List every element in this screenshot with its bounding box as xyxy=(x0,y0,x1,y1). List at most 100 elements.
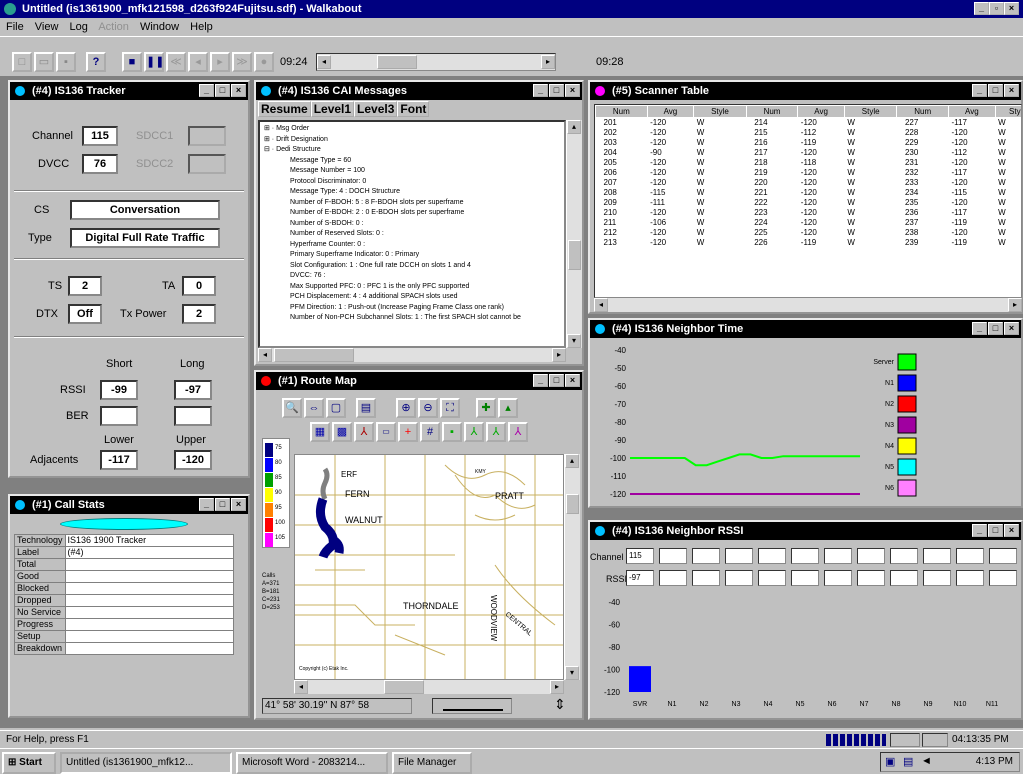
map-horizontal-scrollbar[interactable]: ◂ ▸ xyxy=(294,680,564,694)
start-button[interactable]: ⊞ Start xyxy=(2,752,56,774)
cai-message-line[interactable]: ⊟ · Dedi Structure xyxy=(264,145,560,156)
close-icon[interactable]: × xyxy=(1004,2,1019,15)
scanner-column-header[interactable]: Num xyxy=(896,105,950,118)
save-icon[interactable]: ▪ xyxy=(56,52,76,72)
font-button[interactable]: Font xyxy=(397,101,430,117)
zoom-extent-icon[interactable]: ⛶ xyxy=(440,398,460,418)
minimize-icon[interactable]: _ xyxy=(972,84,987,97)
close-icon[interactable]: × xyxy=(231,498,246,511)
layer-tool-icon[interactable]: ▤ xyxy=(356,398,376,418)
record-icon[interactable]: ● xyxy=(254,52,274,72)
zoom-in-icon[interactable]: ⊕ xyxy=(396,398,416,418)
scroll-left-arrow[interactable]: ◂ xyxy=(594,298,608,312)
scanner-grid[interactable]: Num Avg Style Num Avg Style Num Avg Sty 201 -120 W 2… xyxy=(594,104,1022,298)
map-vector3-icon[interactable]: ⅄ xyxy=(508,422,528,442)
map-vector2-icon[interactable]: ⅄ xyxy=(486,422,506,442)
cai-message-line[interactable]: Number of Non-PCH Subchannel Slots: 1 : … xyxy=(264,313,560,324)
map-layer2-icon[interactable]: ▩ xyxy=(332,422,352,442)
scroll-thumb[interactable] xyxy=(568,240,581,270)
minimize-icon[interactable]: _ xyxy=(199,84,214,97)
map-point-icon[interactable]: ▪ xyxy=(442,422,462,442)
call-stats-title-bar[interactable]: (#1) Call Stats _ □ × xyxy=(10,496,248,514)
scroll-thumb[interactable] xyxy=(384,680,424,694)
scanner-column-header[interactable]: Style xyxy=(693,105,747,118)
time-slider[interactable]: ◂ ▸ xyxy=(316,53,556,71)
scanner-column-header[interactable]: Sty xyxy=(994,105,1021,118)
new-file-icon[interactable]: □ xyxy=(12,52,32,72)
map-cross-icon[interactable]: + xyxy=(398,422,418,442)
restore-icon[interactable]: ▫ xyxy=(989,2,1004,15)
cai-title-bar[interactable]: (#4) IS136 CAI Messages _ □ × xyxy=(256,82,582,100)
scanner-column-header[interactable]: Avg xyxy=(948,105,996,118)
crosshair-icon[interactable]: ✚ xyxy=(476,398,496,418)
cai-message-line[interactable]: PFM Direction: 1 : Push-out (Increase Pa… xyxy=(264,303,560,314)
pan-tool-icon[interactable]: ⇔ xyxy=(304,398,324,418)
rewind-icon[interactable]: ≪ xyxy=(166,52,186,72)
cai-vertical-scrollbar[interactable]: ▴ ▾ xyxy=(566,120,582,348)
maximize-icon[interactable]: □ xyxy=(988,322,1003,335)
map-vector1-icon[interactable]: ⅄ xyxy=(464,422,484,442)
scroll-left-arrow[interactable]: ◂ xyxy=(294,680,308,694)
step-back-icon[interactable]: ◂ xyxy=(188,52,208,72)
scanner-title-bar[interactable]: (#5) Scanner Table _ □ × xyxy=(590,82,1021,100)
cai-message-line[interactable]: ⊞ · Msg Order xyxy=(264,124,560,135)
taskbar-item-word[interactable]: Microsoft Word - 2083214... xyxy=(236,752,388,774)
menu-file[interactable]: File xyxy=(6,21,24,33)
map-grid-icon[interactable]: # xyxy=(420,422,440,442)
zoom-out-icon[interactable]: ⊖ xyxy=(418,398,438,418)
scroll-right-arrow[interactable]: ▸ xyxy=(1008,298,1022,312)
close-icon[interactable]: × xyxy=(1004,524,1019,537)
cai-message-line[interactable]: Primary Superframe Indicator: 0 : Primar… xyxy=(264,250,560,261)
resume-button[interactable]: Resume xyxy=(258,101,311,117)
cai-message-line[interactable]: DVCC: 76 : xyxy=(264,271,560,282)
minimize-icon[interactable]: _ xyxy=(533,84,548,97)
help-icon[interactable]: ? xyxy=(86,52,106,72)
pause-icon[interactable]: ❚❚ xyxy=(144,52,164,72)
menu-view[interactable]: View xyxy=(35,21,59,33)
menu-help[interactable]: Help xyxy=(190,21,213,33)
cai-message-line[interactable]: Hyperframe Counter: 0 : xyxy=(264,240,560,251)
minimize-icon[interactable]: _ xyxy=(972,524,987,537)
close-icon[interactable]: × xyxy=(565,84,580,97)
slider-left-arrow[interactable]: ◂ xyxy=(317,55,331,69)
map-vertical-scrollbar[interactable]: ▴ ▾ xyxy=(564,454,580,680)
minimize-icon[interactable]: _ xyxy=(199,498,214,511)
close-icon[interactable]: × xyxy=(231,84,246,97)
cai-message-line[interactable]: Message Type: 4 : DOCH Structure xyxy=(264,187,560,198)
taskbar-item-walkabout[interactable]: Untitled (is1361900_mfk12... xyxy=(60,752,232,774)
cai-message-line[interactable]: PCH Displacement: 4 : 4 additional SPACH… xyxy=(264,292,560,303)
menu-window[interactable]: Window xyxy=(140,21,179,33)
close-icon[interactable]: × xyxy=(565,374,580,387)
cai-message-line[interactable]: Number of F-BDOH: 5 : 8 F-BDOH slots per… xyxy=(264,198,560,209)
route-map-title-bar[interactable]: (#1) Route Map _ □ × xyxy=(256,372,582,390)
scanner-column-header[interactable]: Avg xyxy=(646,105,695,118)
minimize-icon[interactable]: _ xyxy=(972,322,987,335)
level1-button[interactable]: Level1 xyxy=(310,101,355,117)
scanner-column-header[interactable]: Avg xyxy=(797,105,845,118)
measure-icon[interactable]: ▴ xyxy=(498,398,518,418)
cai-message-line[interactable]: Max Supported PFC: 0 : PFC 1 is the only… xyxy=(264,282,560,293)
cai-message-line[interactable]: ⊞ · Drift Designation xyxy=(264,135,560,146)
scanner-column-header[interactable]: Style xyxy=(843,105,898,118)
scroll-up-arrow[interactable]: ▴ xyxy=(567,120,581,134)
map-layer4-icon[interactable]: ▭ xyxy=(376,422,396,442)
scanner-column-header[interactable]: Num xyxy=(745,105,799,118)
select-tool-icon[interactable]: ▢ xyxy=(326,398,346,418)
neighbor-time-title-bar[interactable]: (#4) IS136 Neighbor Time _ □ × xyxy=(590,320,1021,338)
cai-message-line[interactable]: Message Type = 60 xyxy=(264,156,560,167)
maximize-icon[interactable]: □ xyxy=(549,84,564,97)
maximize-icon[interactable]: □ xyxy=(988,524,1003,537)
close-icon[interactable]: × xyxy=(1004,84,1019,97)
scroll-left-arrow[interactable]: ◂ xyxy=(258,348,272,362)
scroll-thumb[interactable] xyxy=(274,348,354,362)
menu-action[interactable]: Action xyxy=(98,21,129,33)
scroll-right-arrow[interactable]: ▸ xyxy=(550,680,564,694)
tracker-title-bar[interactable]: (#4) IS136 Tracker _ □ × xyxy=(10,82,248,100)
close-icon[interactable]: × xyxy=(1004,322,1019,335)
neighbor-rssi-title-bar[interactable]: (#4) IS136 Neighbor RSSI _ □ × xyxy=(590,522,1021,540)
minimize-icon[interactable]: _ xyxy=(974,2,989,15)
cai-message-line[interactable]: Message Number = 100 xyxy=(264,166,560,177)
map-layer3-icon[interactable]: ⅄ xyxy=(354,422,374,442)
maximize-icon[interactable]: □ xyxy=(549,374,564,387)
level3-button[interactable]: Level3 xyxy=(354,101,398,117)
